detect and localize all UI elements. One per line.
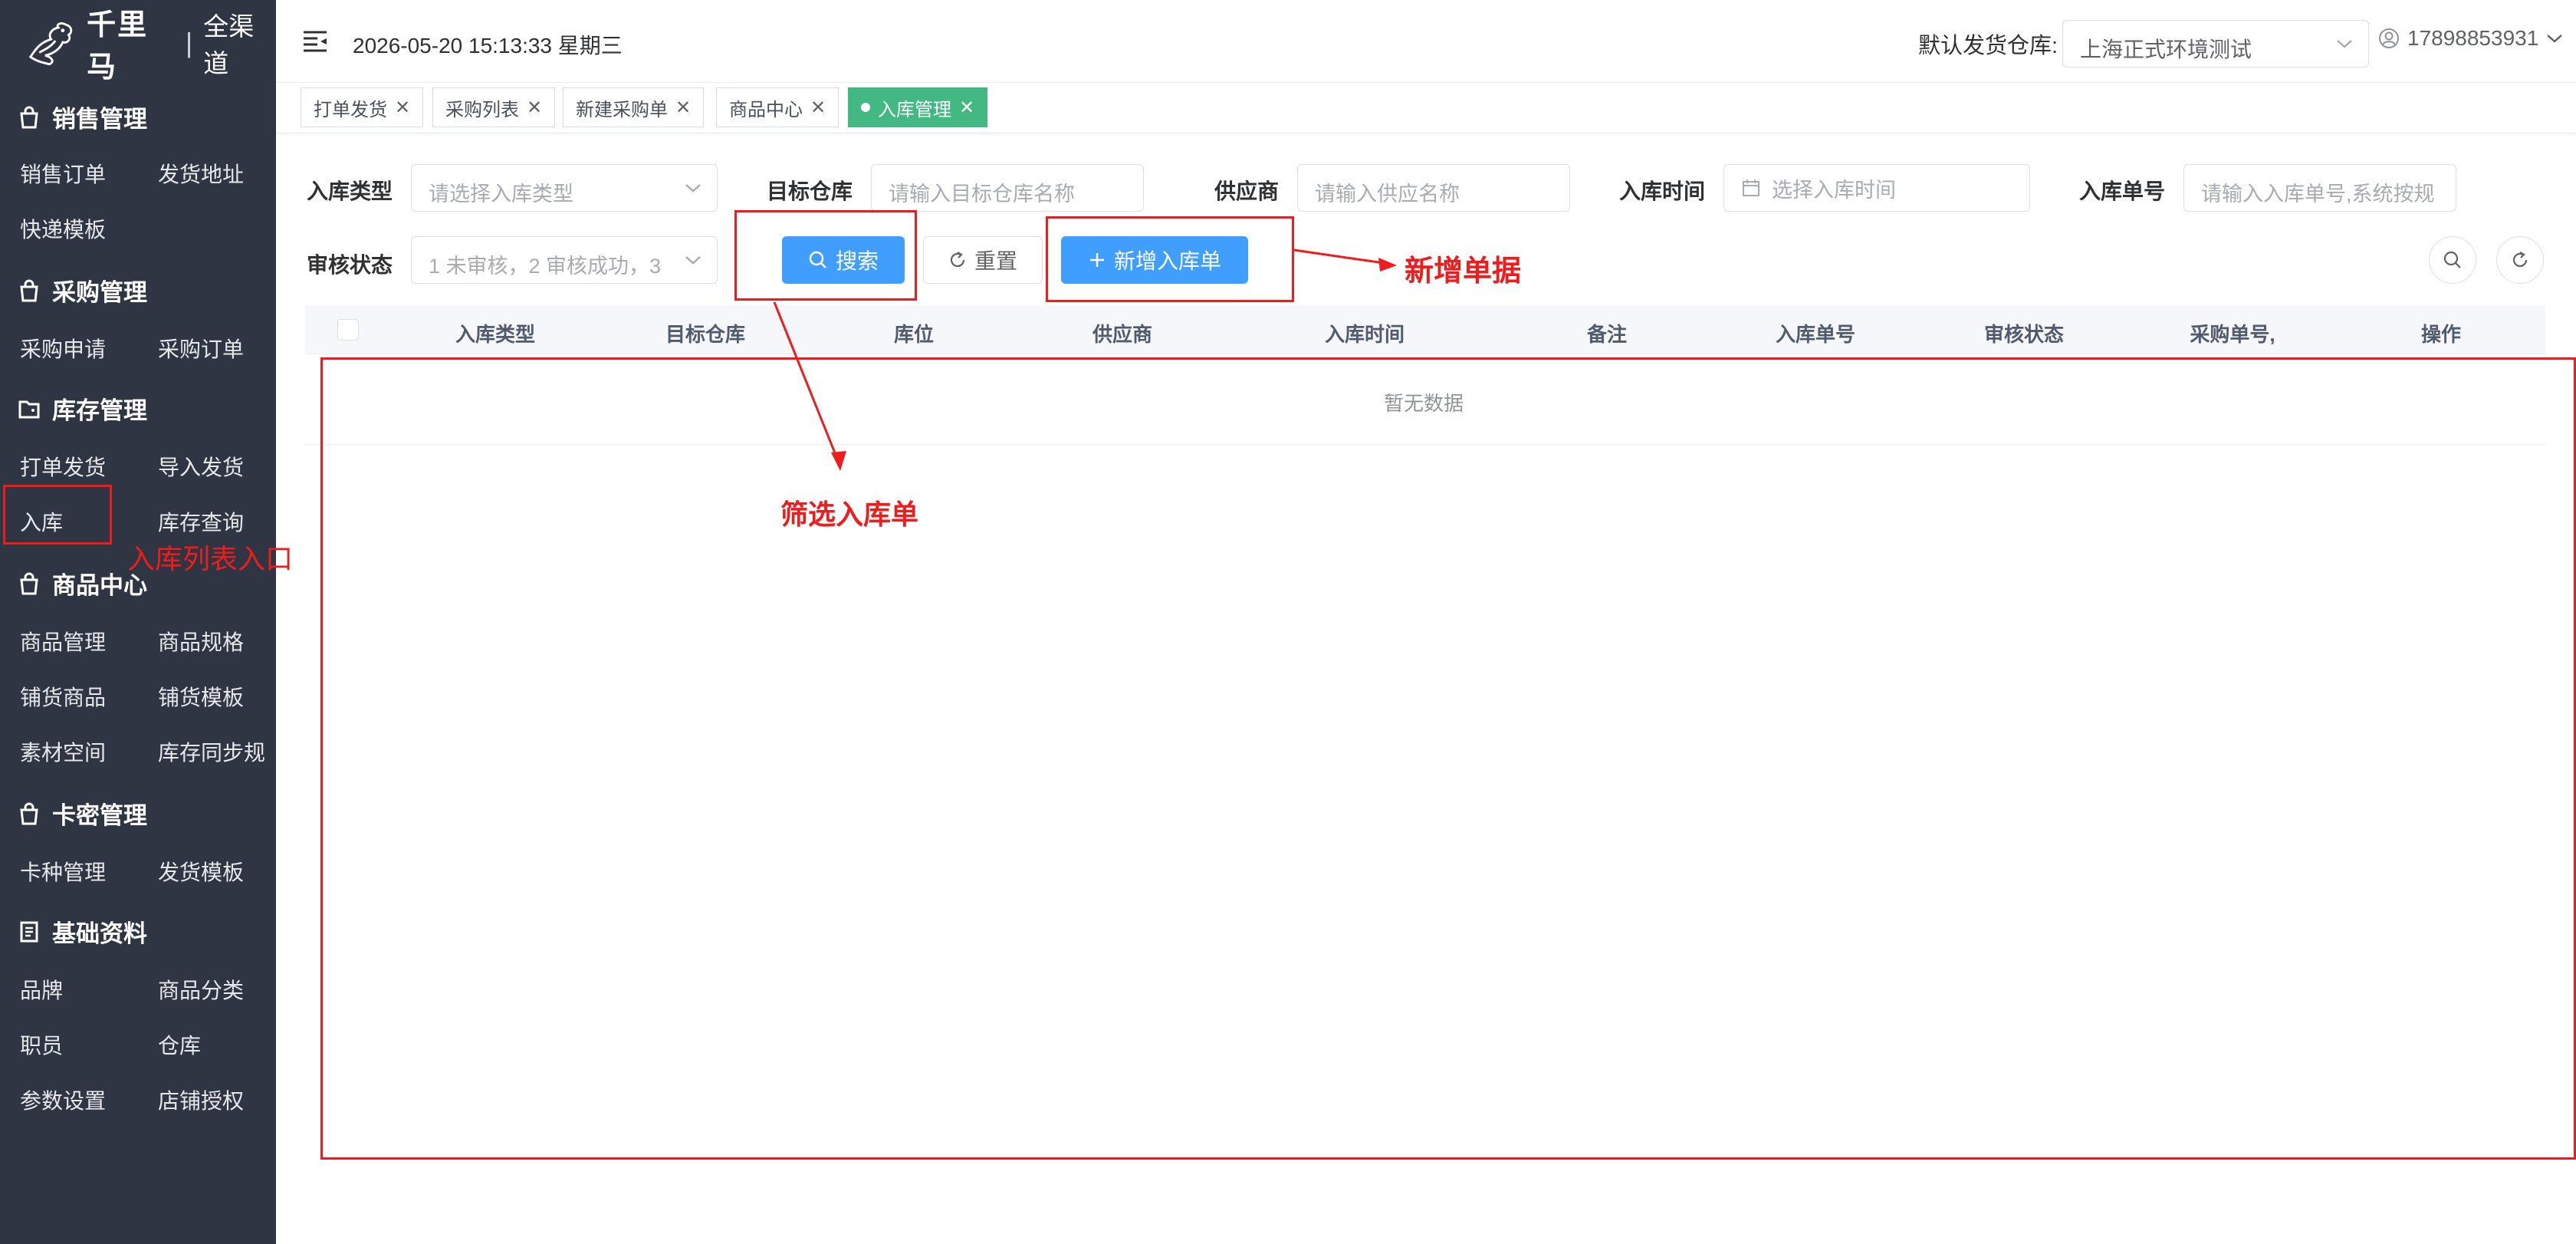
arrow-head — [831, 451, 846, 471]
arrow-head — [1378, 258, 1397, 272]
arrow-to-filter-label — [773, 301, 842, 467]
annotation-arrows — [773, 248, 1397, 471]
arrow-to-add-label — [1293, 248, 1390, 265]
